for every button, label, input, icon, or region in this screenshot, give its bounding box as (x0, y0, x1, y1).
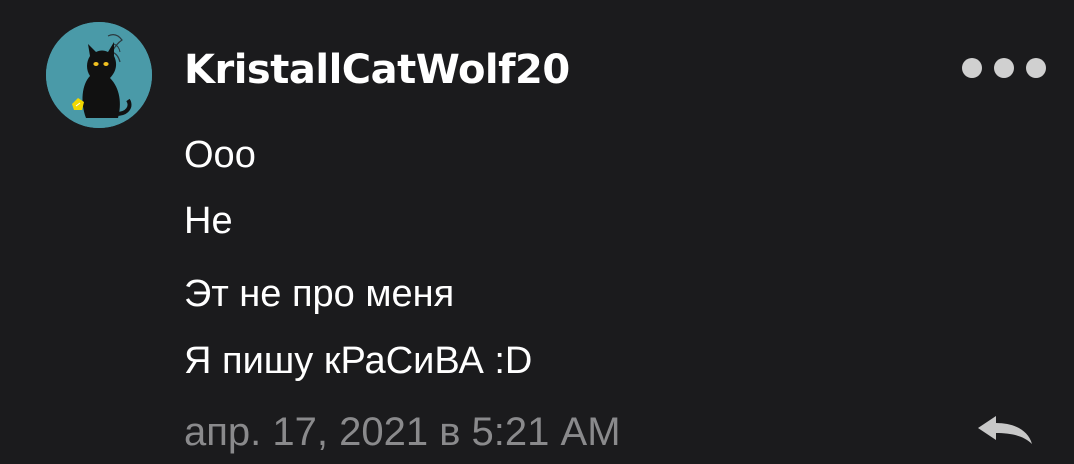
comment-message-line: Я пишу кРаСиВА :D (184, 340, 533, 382)
comment-message-line: Эт не про меня (184, 273, 455, 315)
reply-arrow-icon (978, 416, 1032, 444)
avatar[interactable] (46, 22, 152, 128)
more-dot (1026, 58, 1046, 78)
comment-timestamp: апр. 17, 2021 в 5:21 AM (184, 410, 621, 454)
black-cat-avatar-icon (46, 22, 152, 128)
more-dot (962, 58, 982, 78)
more-options-button[interactable] (962, 56, 1046, 80)
comment-message-line: Ооо (184, 134, 256, 176)
comment-author-username[interactable]: KristallCatWolf20 (184, 44, 570, 96)
comment-card: KristallCatWolf20 Ооо Не Эт не про меня … (0, 0, 1074, 464)
reply-button[interactable] (974, 410, 1038, 450)
more-dot (994, 58, 1014, 78)
comment-message-line: Не (184, 200, 233, 242)
